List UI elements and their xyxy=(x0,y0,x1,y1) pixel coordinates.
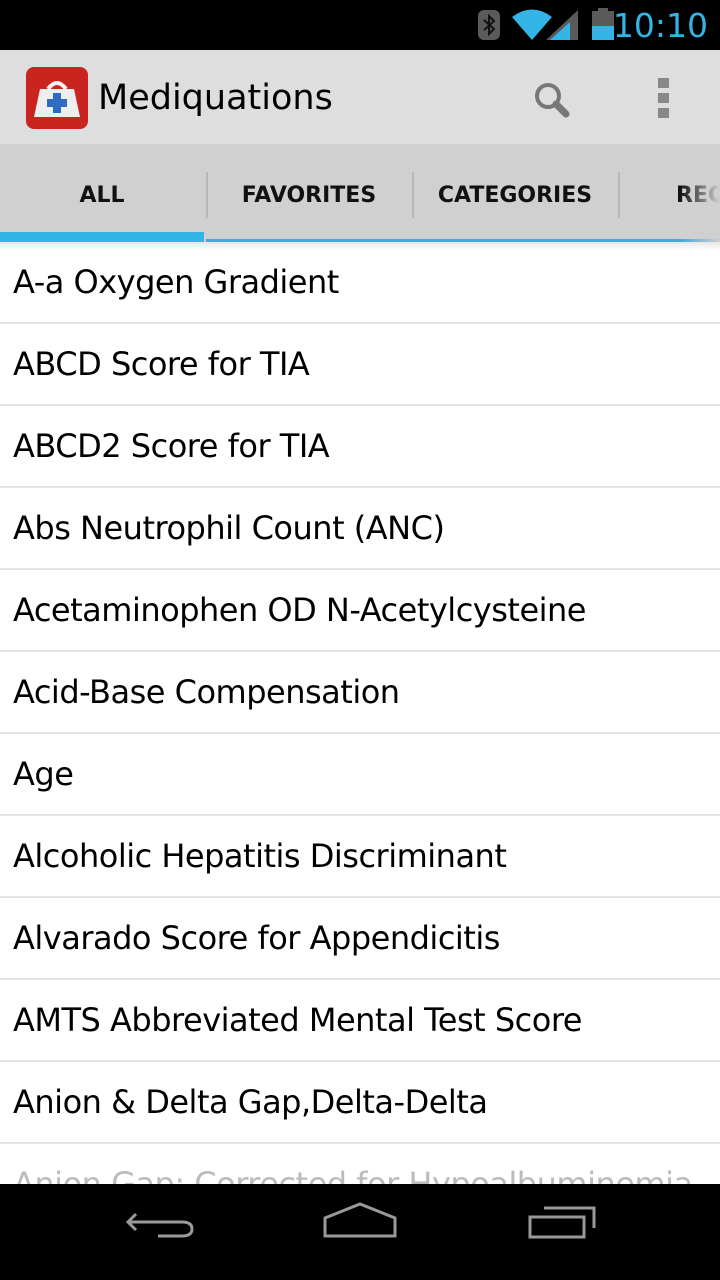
status-bar: 10:10 xyxy=(0,0,720,50)
list-item[interactable]: Alcoholic Hepatitis Discriminant xyxy=(0,816,720,898)
list-item[interactable]: ABCD Score for TIA xyxy=(0,324,720,406)
list-item-label: Acetaminophen OD N-Acetylcysteine xyxy=(13,591,586,629)
list-item[interactable]: Anion Gap: Corrected for Hypoalbuminemia xyxy=(0,1144,720,1184)
list-item-label: Alvarado Score for Appendicitis xyxy=(13,919,500,957)
list-item-label: Acid-Base Compensation xyxy=(13,673,400,711)
clock: 10:10 xyxy=(612,6,708,45)
tab-categories[interactable]: CATEGORIES xyxy=(412,144,618,242)
list-item[interactable]: Alvarado Score for Appendicitis xyxy=(0,898,720,980)
tab-all[interactable]: ALL xyxy=(0,144,204,242)
list-item-label: AMTS Abbreviated Mental Test Score xyxy=(13,1001,582,1039)
search-button[interactable] xyxy=(520,60,584,134)
bluetooth-icon xyxy=(478,10,500,40)
list-item[interactable]: A-a Oxygen Gradient xyxy=(0,242,720,324)
tab-bar: ALL FAVORITES CATEGORIES REC xyxy=(0,144,720,242)
tab-label: FAVORITES xyxy=(241,183,377,208)
battery-icon xyxy=(592,8,614,40)
back-icon xyxy=(125,1212,194,1238)
list-item[interactable]: ABCD2 Score for TIA xyxy=(0,406,720,488)
list-item[interactable]: Abs Neutrophil Count (ANC) xyxy=(0,488,720,570)
calculator-list[interactable]: A-a Oxygen Gradient ABCD Score for TIA ABC… xyxy=(0,242,720,1184)
action-bar: Mediquations xyxy=(0,50,720,144)
list-shadow xyxy=(0,242,720,250)
tab-indicator xyxy=(0,232,204,242)
list-item[interactable]: AMTS Abbreviated Mental Test Score xyxy=(0,980,720,1062)
back-button[interactable] xyxy=(100,1202,220,1262)
list-item[interactable]: Acid-Base Compensation xyxy=(0,652,720,734)
search-icon xyxy=(535,83,570,118)
signal-icon xyxy=(546,10,578,40)
list-item-label: ABCD2 Score for TIA xyxy=(13,427,330,465)
list-item-label: ABCD Score for TIA xyxy=(13,345,310,383)
list-item[interactable]: Anion & Delta Gap,Delta-Delta xyxy=(0,1062,720,1144)
app-title: Mediquations xyxy=(98,78,333,118)
list-item-label: Abs Neutrophil Count (ANC) xyxy=(13,509,445,547)
list-item-label: Anion & Delta Gap,Delta-Delta xyxy=(13,1083,488,1121)
home-button[interactable] xyxy=(300,1202,420,1262)
list-item-label: Age xyxy=(13,755,74,793)
recent-apps-button[interactable] xyxy=(500,1202,620,1262)
list-item-label: Anion Gap: Corrected for Hypoalbuminemia xyxy=(13,1165,693,1184)
medical-bag-icon[interactable] xyxy=(26,67,88,129)
tab-label: CATEGORIES xyxy=(437,183,593,208)
list-item-label: A-a Oxygen Gradient xyxy=(13,263,339,301)
home-icon xyxy=(323,1202,397,1238)
tab-label: ALL xyxy=(79,183,125,208)
recent-apps-icon xyxy=(528,1206,596,1239)
tab-favorites[interactable]: FAVORITES xyxy=(206,144,412,242)
list-item-label: Alcoholic Hepatitis Discriminant xyxy=(13,837,507,875)
navigation-bar xyxy=(0,1184,720,1280)
tab-fade xyxy=(680,144,720,242)
overflow-menu-button[interactable] xyxy=(640,60,688,134)
list-item[interactable]: Acetaminophen OD N-Acetylcysteine xyxy=(0,570,720,652)
list-item[interactable]: Age xyxy=(0,734,720,816)
